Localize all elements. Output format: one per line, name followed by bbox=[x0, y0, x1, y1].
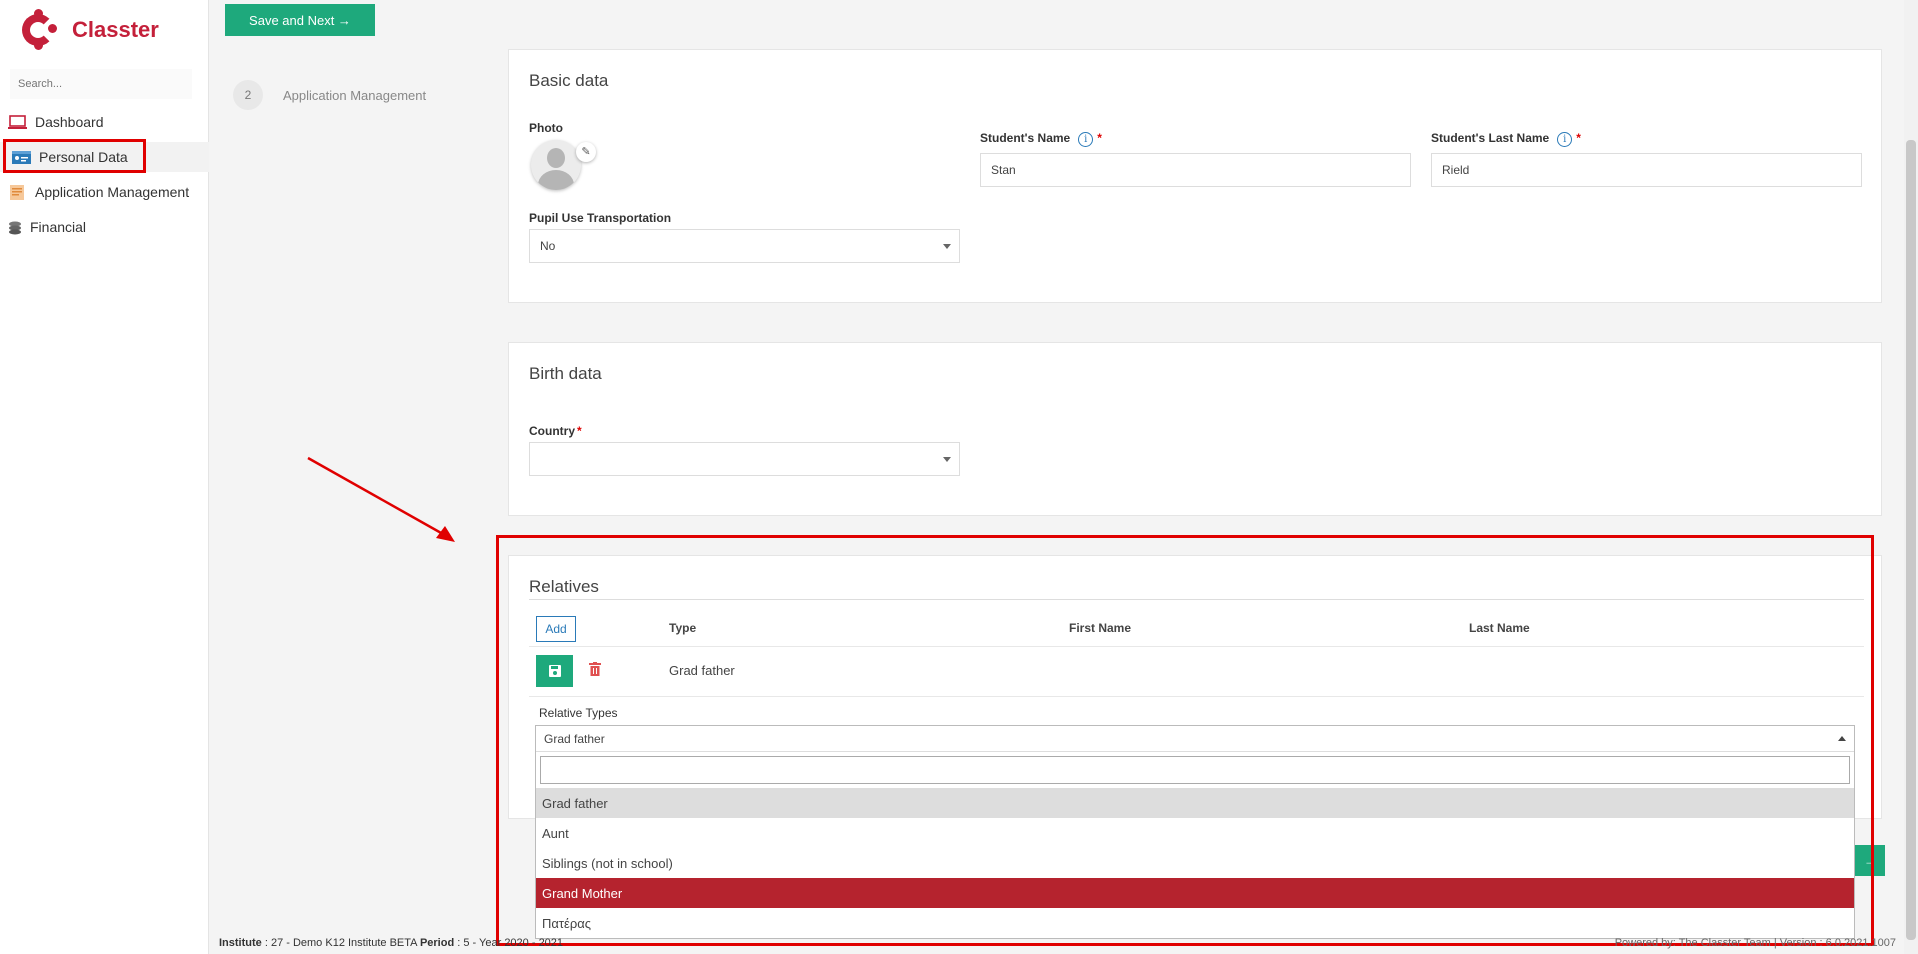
sidebar-item-application-management[interactable]: Application Management bbox=[0, 177, 209, 207]
document-icon bbox=[8, 184, 27, 200]
sidebar-item-dashboard[interactable]: Dashboard bbox=[0, 107, 209, 137]
info-icon[interactable]: i bbox=[1078, 132, 1094, 147]
required-marker: * bbox=[1097, 131, 1102, 145]
basic-data-card: Basic data Photo ✎ Student's Name i * Stan… bbox=[508, 49, 1882, 303]
edit-photo-pencil-icon[interactable]: ✎ bbox=[576, 142, 596, 162]
student-photo[interactable] bbox=[531, 140, 581, 190]
sidebar-item-label: Application Management bbox=[35, 184, 190, 200]
annotation-arrow-icon bbox=[307, 456, 455, 542]
pupil-transportation-select[interactable]: No bbox=[529, 229, 960, 263]
period-value: : 5 - Year 2020 - 2021 bbox=[454, 937, 564, 949]
sidebar-item-financial[interactable]: Financial bbox=[0, 212, 209, 242]
country-label: Country * bbox=[529, 424, 582, 438]
info-icon[interactable]: i bbox=[1557, 132, 1573, 147]
step-application-management[interactable]: 2 Application Management bbox=[233, 80, 426, 110]
pupil-transportation-label: Pupil Use Transportation bbox=[529, 211, 672, 225]
coins-icon bbox=[8, 220, 22, 235]
birth-data-card: Birth data Country * bbox=[508, 342, 1882, 516]
required-marker: * bbox=[1576, 131, 1581, 145]
institute-value: : 27 - Demo K12 Institute BETA bbox=[261, 937, 420, 949]
country-select[interactable] bbox=[529, 442, 960, 476]
footer-info: Institute : 27 - Demo K12 Institute BETA… bbox=[219, 937, 563, 949]
step-label: Application Management bbox=[283, 87, 427, 103]
period-key: Period bbox=[419, 937, 455, 949]
classter-logo-icon bbox=[18, 9, 58, 50]
page-scrollbar[interactable] bbox=[1904, 0, 1918, 954]
laptop-icon bbox=[8, 114, 27, 130]
student-name-input[interactable]: Stan bbox=[980, 153, 1411, 187]
required-marker: * bbox=[577, 424, 582, 438]
brand-name: Classter bbox=[72, 17, 159, 42]
institute-key: Institute bbox=[219, 937, 262, 949]
annotation-highlight-personal-data bbox=[3, 139, 146, 173]
footer-version: Powered by: The Classter Team | Version … bbox=[1614, 937, 1896, 949]
classter-logo[interactable]: Classter bbox=[18, 9, 159, 50]
scrollbar-thumb[interactable] bbox=[1906, 140, 1916, 940]
pupil-transportation-value: No bbox=[540, 239, 556, 253]
sidebar-search-input[interactable] bbox=[10, 69, 192, 99]
chevron-down-icon bbox=[943, 457, 951, 462]
step-number: 2 bbox=[233, 80, 263, 110]
annotation-highlight-relatives bbox=[496, 535, 1874, 946]
sidebar-item-label: Dashboard bbox=[35, 114, 104, 130]
birth-data-title: Birth data bbox=[529, 364, 602, 383]
student-last-name-label: Student's Last Name i * bbox=[1431, 131, 1581, 147]
sidebar-item-label: Financial bbox=[30, 219, 87, 235]
student-name-label: Student's Name i * bbox=[980, 131, 1102, 147]
student-last-name-input[interactable]: Rield bbox=[1431, 153, 1862, 187]
chevron-down-icon bbox=[943, 244, 951, 249]
save-and-next-button[interactable]: Save and Next → bbox=[225, 4, 375, 36]
basic-data-title: Basic data bbox=[529, 71, 609, 90]
photo-label: Photo bbox=[529, 121, 563, 135]
